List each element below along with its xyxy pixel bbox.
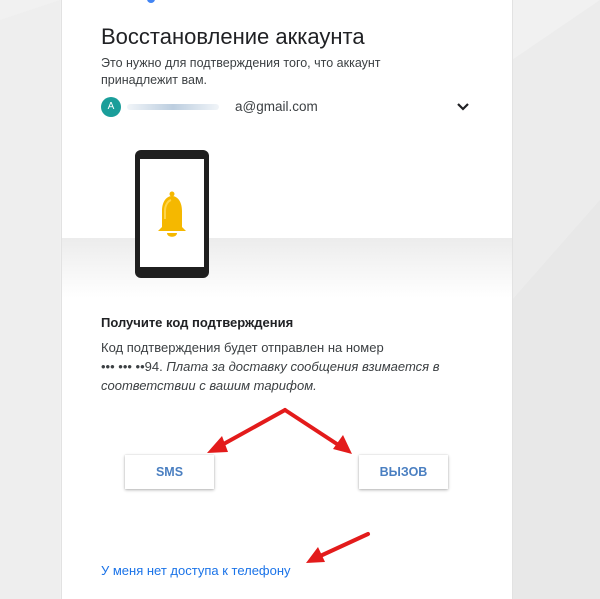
- verification-description: Код подтверждения будет отправлен на ном…: [101, 338, 471, 395]
- call-button[interactable]: ВЫЗОВ: [359, 455, 448, 489]
- avatar: A: [101, 97, 121, 117]
- top-accent-mark: [147, 0, 155, 3]
- verification-text: Код подтверждения будет отправлен на ном…: [101, 340, 384, 355]
- page-title: Восстановление аккаунта: [101, 24, 365, 49]
- account-email: a@gmail.com: [235, 99, 318, 114]
- sms-button[interactable]: SMS: [125, 455, 214, 489]
- account-recovery-card: Восстановление аккаунта Это нужно для по…: [61, 0, 513, 599]
- no-phone-access-link[interactable]: У меня нет доступа к телефону: [101, 563, 291, 578]
- illustration-band: [62, 238, 512, 298]
- blurred-account-name: [127, 104, 219, 110]
- chevron-down-icon[interactable]: [455, 99, 471, 115]
- verification-heading: Получите код подтверждения: [101, 315, 294, 330]
- account-selector[interactable]: A a@gmail.com: [101, 96, 471, 118]
- phone-illustration: [135, 150, 209, 278]
- page-subtitle: Это нужно для подтверждения того, что ак…: [101, 56, 381, 87]
- masked-phone-number: ••• ••• ••94.: [101, 359, 163, 374]
